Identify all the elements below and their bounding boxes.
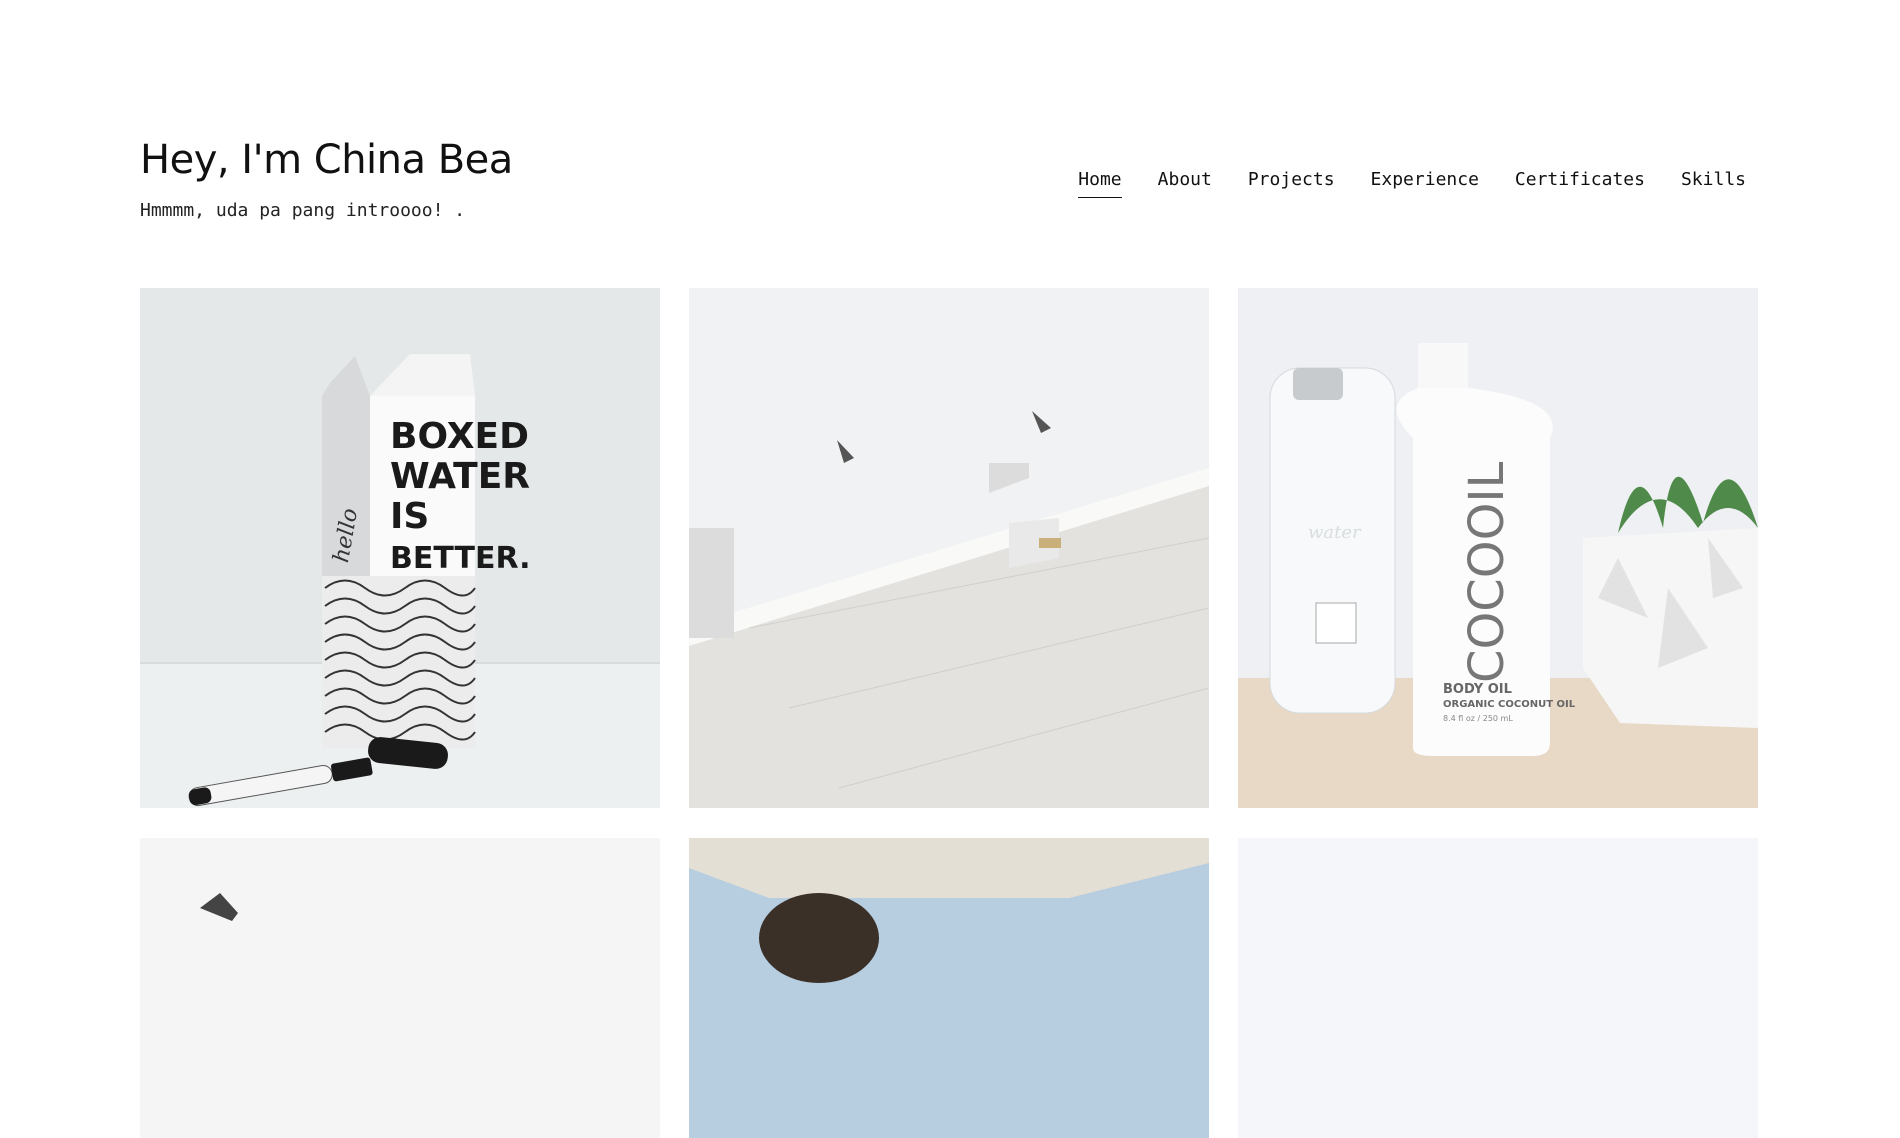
gallery-tile-body-oil[interactable]: water COCOOIL BODY OIL ORGANIC COCONUT O…	[1238, 288, 1758, 808]
site-tagline: Hmmmm, uda pa pang introooo! .	[140, 200, 466, 221]
gallery-tile-row2-2[interactable]	[689, 838, 1209, 1138]
nav-projects[interactable]: Projects	[1248, 169, 1335, 198]
carton-text-line-3: IS	[390, 496, 429, 537]
carton-text-line-2: WATER	[390, 456, 530, 497]
nav-home[interactable]: Home	[1078, 169, 1122, 198]
main-nav: Home About Projects Experience Certifica…	[1078, 169, 1746, 198]
row2-photo-1	[140, 838, 660, 1138]
bottle-label-line-1: BODY OIL	[1443, 682, 1512, 697]
gallery-tile-row2-3[interactable]	[1238, 838, 1758, 1138]
white-stairs-photo	[689, 288, 1209, 808]
glass-bottle-label: water	[1308, 522, 1362, 543]
site-title: Hey, I'm China Bea	[140, 137, 513, 183]
body-oil-photo: water COCOOIL BODY OIL ORGANIC COCONUT O…	[1238, 288, 1758, 808]
bottle-label-line-3: 8.4 fl oz / 250 mL	[1443, 714, 1513, 723]
bottle-label-line-2: ORGANIC COCONUT OIL	[1443, 699, 1576, 710]
nav-experience[interactable]: Experience	[1371, 169, 1479, 198]
gallery-tile-boxed-water[interactable]: BOXED WATER IS BETTER. hello	[140, 288, 660, 808]
bottle-brand: COCOOIL	[1459, 461, 1515, 683]
boxed-water-photo: BOXED WATER IS BETTER. hello	[140, 288, 660, 808]
nav-certificates[interactable]: Certificates	[1515, 169, 1645, 198]
row2-photo-3	[1238, 838, 1758, 1138]
carton-text-line-4: BETTER.	[390, 541, 531, 576]
nav-skills[interactable]: Skills	[1681, 169, 1746, 198]
gallery-tile-row2-1[interactable]	[140, 838, 660, 1138]
carton-text-line-1: BOXED	[390, 416, 529, 457]
row2-photo-2	[689, 838, 1209, 1138]
nav-about[interactable]: About	[1158, 169, 1212, 198]
gallery-tile-white-stairs[interactable]	[689, 288, 1209, 808]
